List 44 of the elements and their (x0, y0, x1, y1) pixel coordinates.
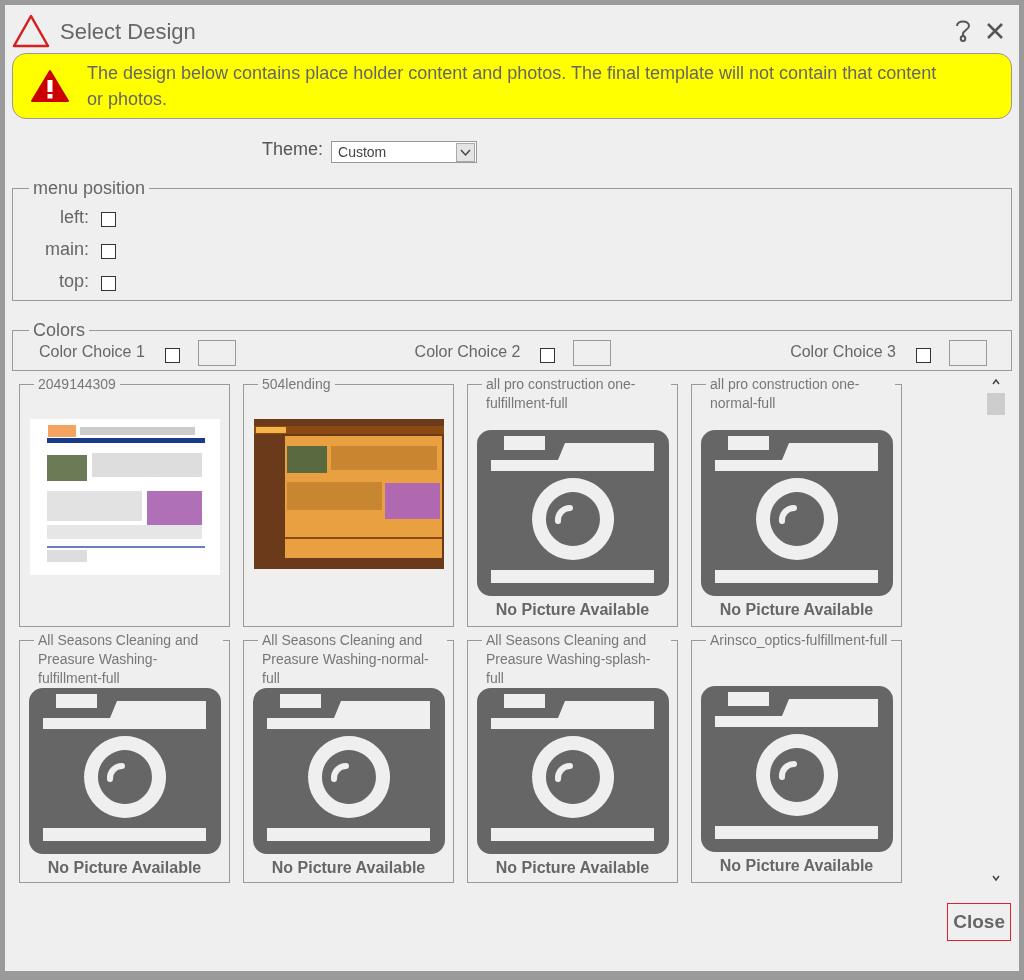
checkbox[interactable] (540, 347, 556, 363)
no-picture-caption: No Picture Available (495, 858, 650, 878)
window-title: Select Design (60, 17, 196, 46)
group-title: menu position (32, 177, 147, 200)
help-icon[interactable] (954, 19, 972, 43)
dropdown-caret-icon (456, 142, 476, 162)
camera-icon (28, 688, 221, 854)
scroll-down-icon[interactable] (991, 873, 1001, 883)
warning-triangle-icon (12, 14, 50, 48)
camera-icon (476, 688, 669, 854)
no-picture-caption: No Picture Available (47, 858, 202, 878)
color-swatch[interactable] (949, 340, 987, 366)
close-button[interactable]: Close (947, 903, 1011, 941)
scrollbar-thumb[interactable] (987, 393, 1005, 415)
checkbox[interactable] (916, 347, 931, 363)
no-picture-caption: No Picture Available (719, 600, 874, 620)
design-name: Arinsco_optics-fulfillment-full (706, 631, 892, 650)
theme-label: Theme: (262, 137, 324, 161)
camera-icon (700, 430, 893, 596)
checkbox[interactable] (101, 244, 116, 259)
close-icon[interactable] (986, 22, 1004, 40)
design-name: 504lending (258, 375, 335, 394)
checkbox[interactable] (101, 276, 116, 291)
option-label: left: (59, 206, 89, 229)
camera-icon (700, 686, 893, 852)
checkbox[interactable] (101, 212, 116, 227)
option-label: Color Choice 1 (39, 342, 145, 362)
camera-icon (252, 688, 445, 854)
color-swatch[interactable] (197, 340, 236, 366)
no-picture-caption: No Picture Available (271, 858, 426, 878)
warning-message: The design below contains place holder content and photos. The final template will not contain that content or photos. (87, 62, 938, 111)
option-label: Color Choice 2 (414, 342, 521, 362)
no-picture-caption: No Picture Available (495, 600, 650, 620)
option-label: Color Choice 3 (790, 342, 896, 362)
warning-icon (31, 69, 69, 103)
no-picture-caption: No Picture Available (719, 856, 874, 876)
camera-icon (476, 430, 669, 596)
color-swatch[interactable] (573, 340, 612, 366)
theme-dropdown[interactable]: Custom (331, 141, 478, 163)
option-label: main: (44, 238, 89, 261)
checkbox[interactable] (164, 347, 180, 363)
option-label: top: (57, 270, 89, 293)
group-title: Colors (32, 319, 86, 342)
scroll-up-icon[interactable] (991, 377, 1001, 387)
